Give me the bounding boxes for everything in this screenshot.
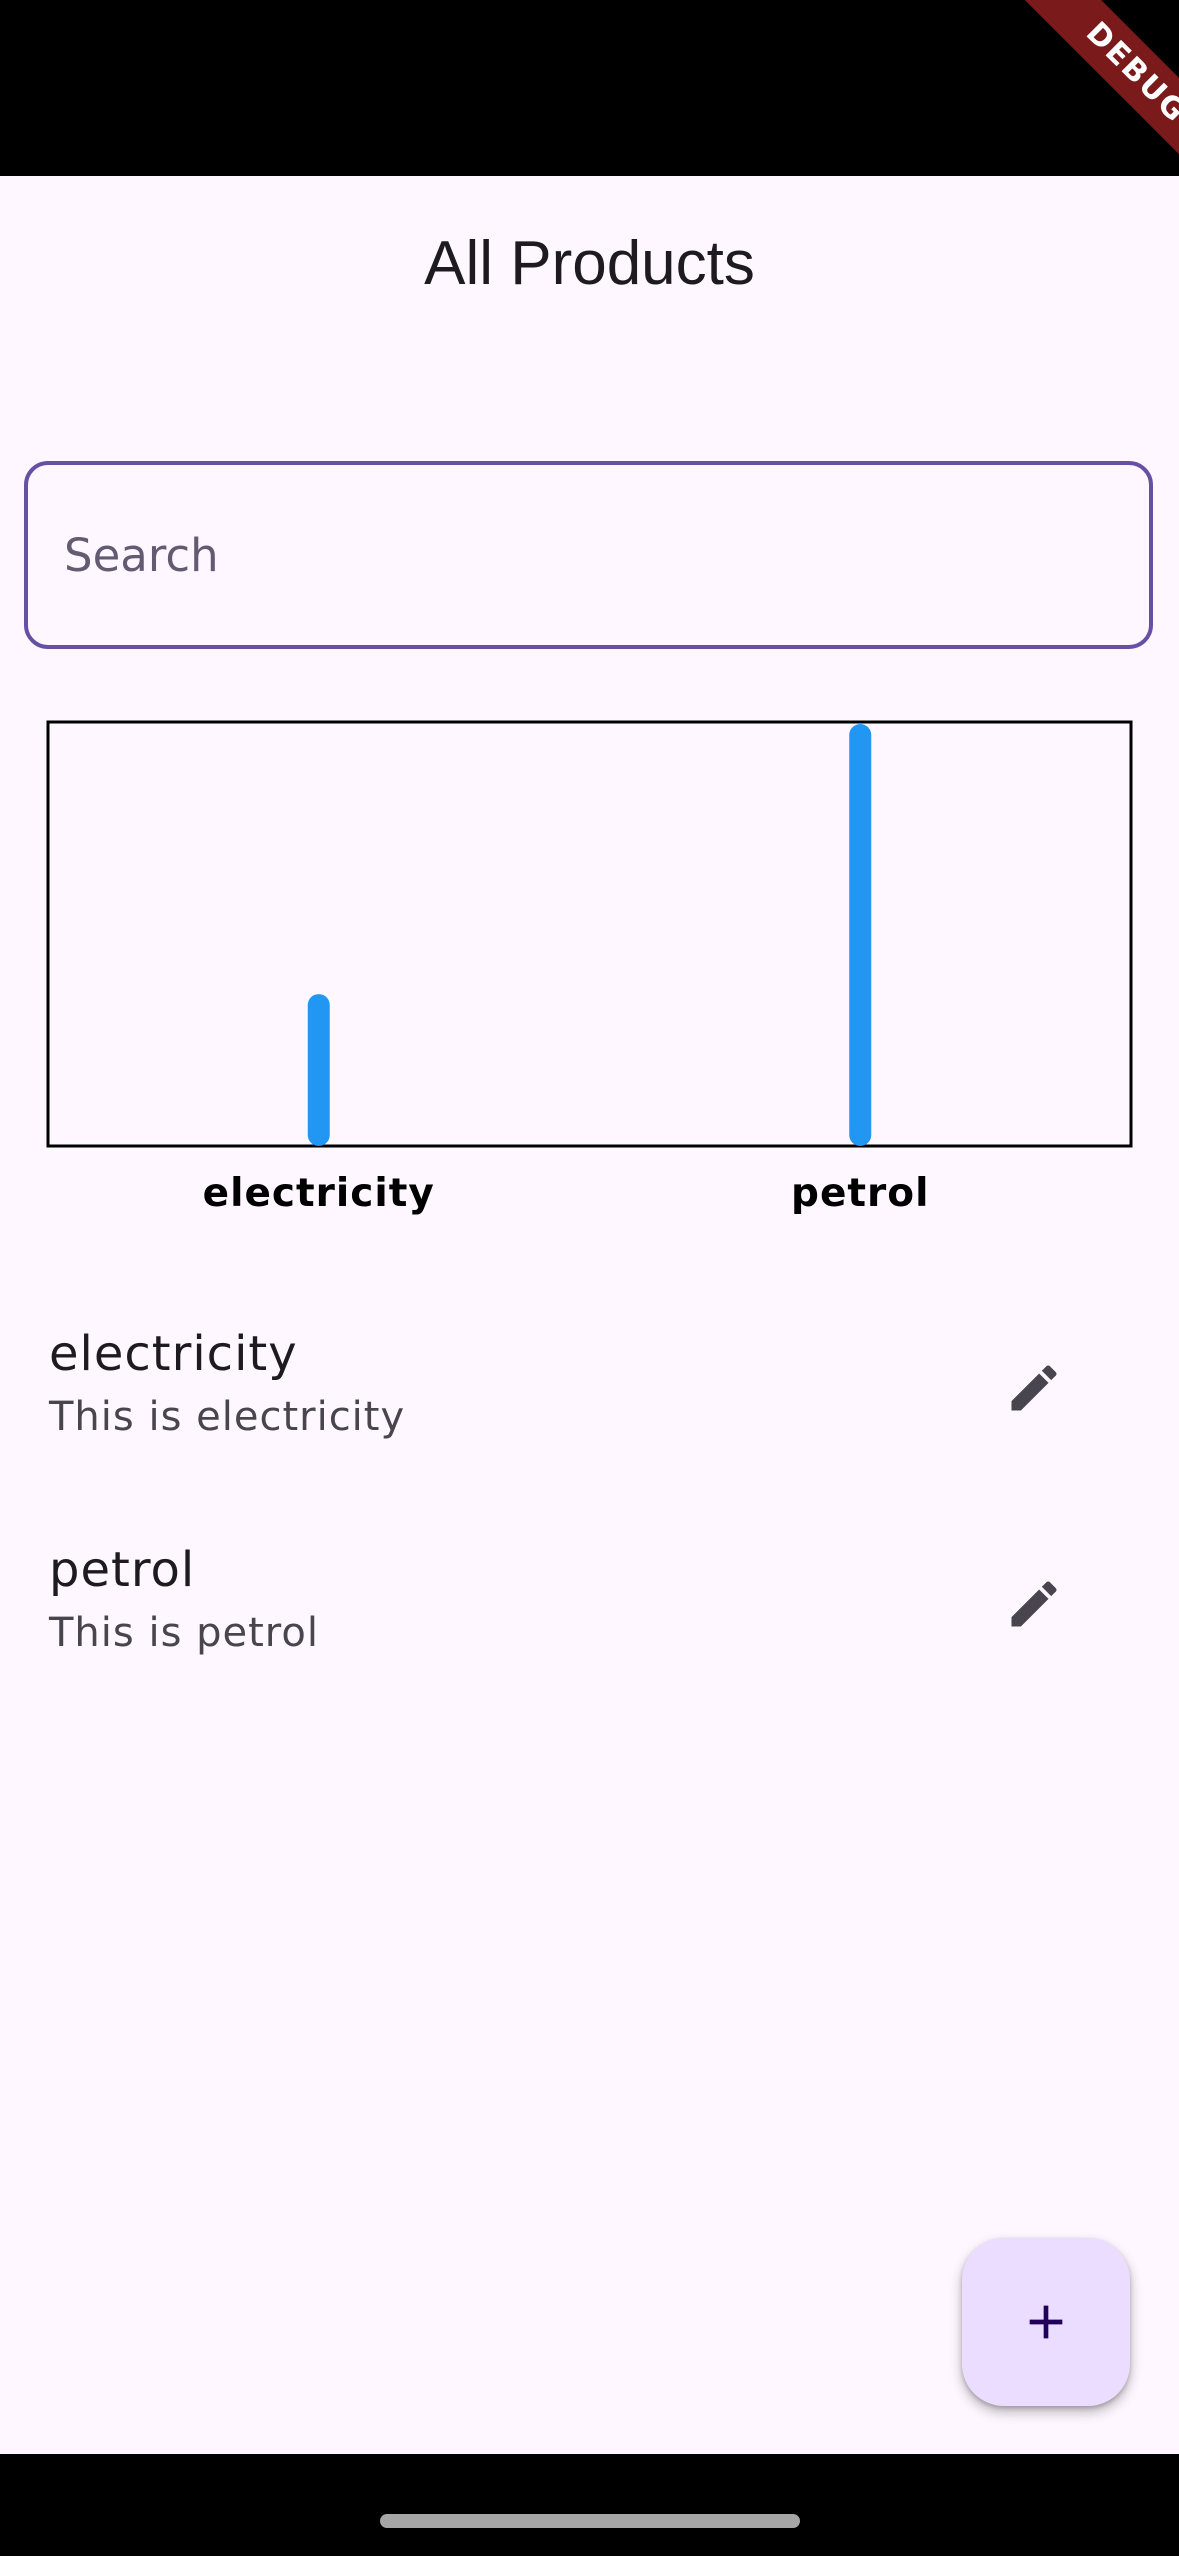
- x-tick-label: petrol: [791, 1171, 929, 1216]
- status-bar: DEBUG: [0, 0, 1179, 176]
- list-item-subtitle: This is electricity: [49, 1394, 406, 1440]
- list-item-title: petrol: [49, 1542, 196, 1598]
- list-item-title: electricity: [49, 1326, 298, 1382]
- pencil-icon: [1011, 1581, 1057, 1627]
- plus-icon: [1029, 2305, 1063, 2339]
- x-tick-label: electricity: [203, 1171, 435, 1216]
- add-product-button[interactable]: [962, 2238, 1130, 2406]
- product-list: electricity This is electricity petrol T…: [0, 1300, 1179, 1732]
- search-input[interactable]: [28, 465, 1149, 645]
- chart-bar: [849, 724, 872, 1146]
- list-item[interactable]: electricity This is electricity: [0, 1300, 1179, 1516]
- list-item-subtitle: This is petrol: [49, 1610, 319, 1656]
- system-navigation-bar: [0, 2454, 1179, 2556]
- chart-bar: [307, 994, 330, 1146]
- bar-chart: electricity petrol: [46, 720, 1133, 1216]
- products-chart: electricity petrol: [0, 700, 1179, 1240]
- edit-button[interactable]: [978, 1548, 1090, 1660]
- app-bar: All Products: [0, 176, 1179, 352]
- pencil-icon: [1011, 1365, 1057, 1411]
- home-indicator[interactable]: [380, 2514, 800, 2528]
- chart-frame: [46, 720, 1133, 1148]
- edit-button[interactable]: [978, 1332, 1090, 1444]
- debug-banner: DEBUG: [982, 0, 1179, 176]
- search-field[interactable]: [24, 461, 1153, 649]
- page-title: All Products: [424, 228, 755, 298]
- list-item[interactable]: petrol This is petrol: [0, 1516, 1179, 1732]
